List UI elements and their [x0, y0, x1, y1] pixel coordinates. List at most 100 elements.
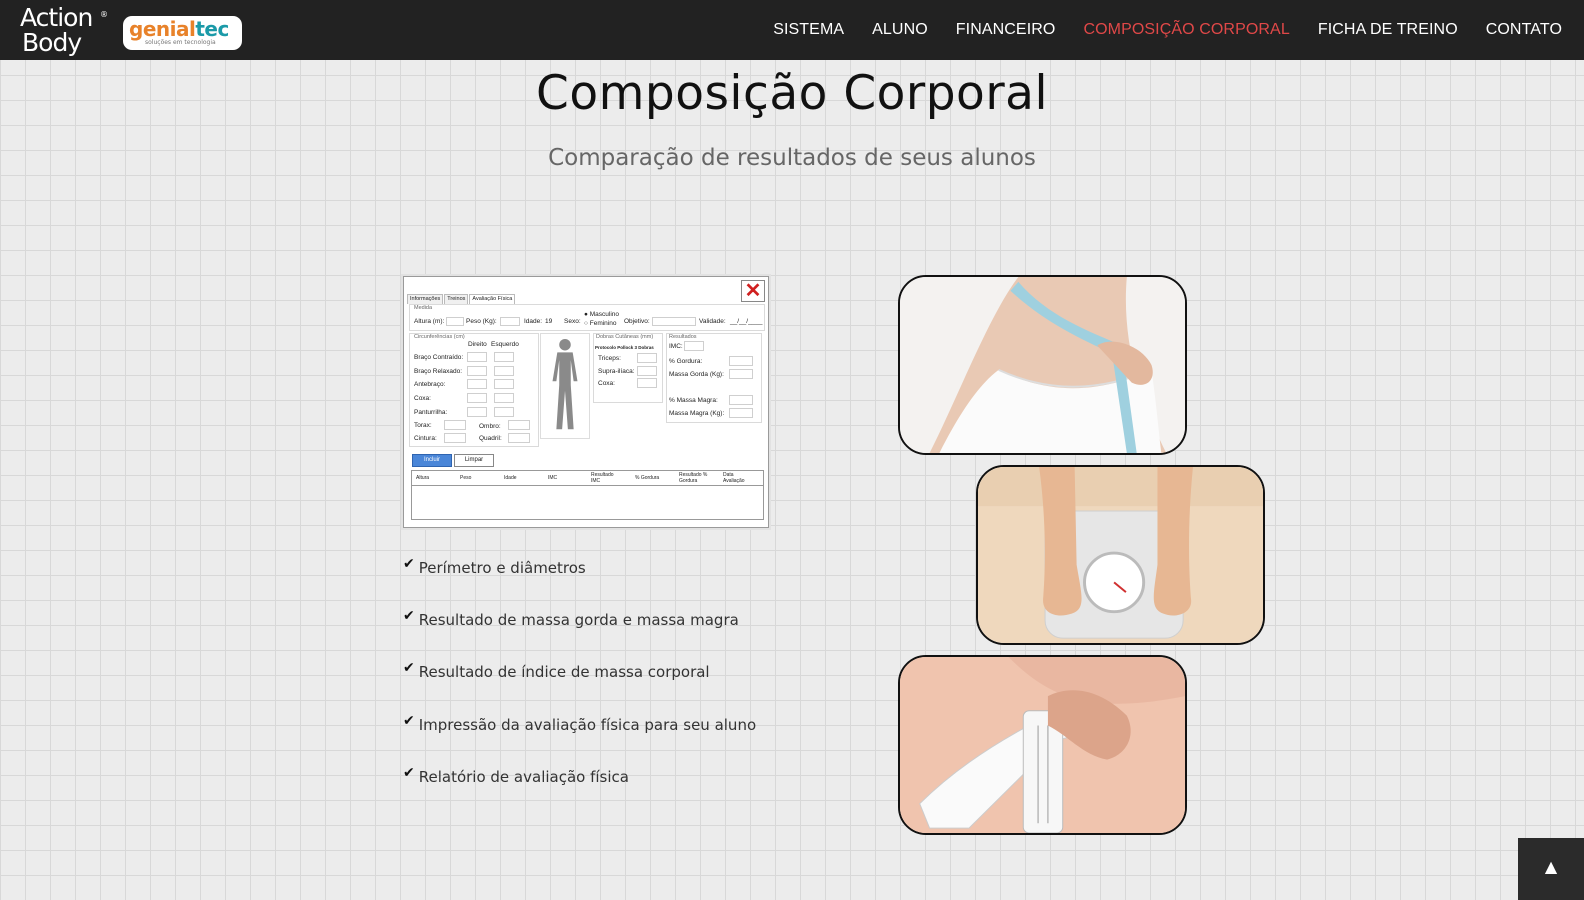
nav-contato[interactable]: CONTATO: [1486, 21, 1562, 39]
massa-magra-pct-label: % Massa Magra:: [669, 397, 718, 404]
check-icon: ✔: [403, 713, 415, 729]
nav-aluno[interactable]: ALUNO: [872, 21, 928, 39]
altura-label: Altura (m):: [414, 318, 445, 325]
check-icon: ✔: [403, 765, 415, 781]
circ-field: [494, 379, 514, 389]
dobras-field: [637, 353, 657, 363]
dobras-field: [637, 366, 657, 376]
waist-measuring-tape-photo: [898, 275, 1187, 455]
feature-item: ✔ Perímetro e diâmetros: [403, 556, 586, 580]
massa-gorda-label: Massa Gorda (Kg):: [669, 371, 724, 378]
feature-item: ✔ Resultado de massa gorda e massa magra: [403, 608, 739, 632]
genialtec-wordmark: genialtec: [129, 17, 229, 41]
altura-field: [446, 317, 464, 326]
direito-label: Direito: [468, 341, 487, 348]
massa-gorda-field: [729, 369, 753, 379]
nav-sistema[interactable]: SISTEMA: [773, 21, 844, 39]
massa-magra-pct-field: [729, 395, 753, 405]
circ-row-label: Braço Relaxado:: [414, 368, 463, 375]
results-table: Altura Peso Idade IMC Resultado IMC % Go…: [411, 470, 764, 520]
imc-label: IMC:: [669, 343, 683, 350]
quadril-label: Quadril:: [479, 435, 502, 442]
table-header-cell: Peso: [460, 475, 472, 481]
cintura-field: [444, 433, 466, 443]
esquerdo-label: Esquerdo: [491, 341, 519, 348]
circ-field: [494, 352, 514, 362]
genialtec-logo[interactable]: genialtec soluções em tecnologia: [123, 16, 242, 50]
circ-field: [467, 407, 487, 417]
circ-row-label: Braço Contraído:: [414, 354, 464, 361]
registered-mark: ®: [100, 10, 108, 19]
table-header-cell: % Gordura: [635, 475, 660, 481]
skinfold-caliper-photo: [898, 655, 1187, 835]
feature-item: ✔ Impressão da avaliação física para seu…: [403, 713, 756, 737]
nav-financeiro[interactable]: FINANCEIRO: [956, 21, 1056, 39]
dobras-row-label: Triceps:: [598, 355, 621, 362]
torax-field: [444, 420, 466, 430]
feature-item: ✔ Resultado de índice de massa corporal: [403, 660, 710, 684]
genialtec-tagline: soluções em tecnologia: [145, 39, 216, 46]
sexo-feminino: ○ Feminino: [584, 320, 617, 327]
logo-line-2: Body: [22, 28, 82, 57]
dobras-label: Dobras Cutâneas (mm): [596, 334, 654, 340]
quadril-field: [508, 433, 530, 443]
objetivo-field: [652, 317, 696, 326]
dobras-row-label: Coxa:: [598, 380, 615, 387]
incluir-button: Incluir: [412, 454, 452, 467]
imc-field: [684, 341, 704, 351]
circ-row-label: Panturrilha:: [414, 409, 448, 416]
table-header-cell: Idade: [504, 475, 517, 481]
tab-treinos: Treinos: [444, 294, 469, 304]
resultados-label: Resultados: [669, 334, 697, 340]
check-icon: ✔: [403, 608, 415, 624]
feature-text: Impressão da avaliação física para seu a…: [418, 716, 757, 734]
cintura-label: Cintura:: [414, 435, 437, 442]
idade-value: 19: [545, 318, 553, 325]
form-tabs: Informações Treinos Avaliação Física: [407, 294, 516, 304]
check-icon: ✔: [403, 556, 415, 572]
circ-field: [467, 366, 487, 376]
objetivo-label: Objetivo:: [624, 318, 650, 325]
massa-magra-field: [729, 408, 753, 418]
page-subtitle: Comparação de resultados de seus alunos: [548, 145, 1036, 171]
dobras-row-label: Supra-ilíaca:: [598, 368, 635, 375]
circ-row-label: Coxa:: [414, 395, 431, 402]
nav-ficha-de-treino[interactable]: FICHA DE TREINO: [1318, 21, 1458, 39]
protocolo-label: Protocolo Pollock 3 Dobras: [595, 345, 654, 350]
sexo-masculino: ● Masculino: [584, 311, 619, 318]
dobras-field: [637, 378, 657, 388]
action-body-logo[interactable]: Action Body ®: [18, 4, 108, 58]
validade-value: __/__/____: [730, 318, 763, 325]
table-header-cell: Resultado IMC: [591, 472, 614, 484]
peso-label: Peso (Kg):: [466, 318, 497, 325]
gordura-field: [729, 356, 753, 366]
table-header-cell: IMC: [548, 475, 558, 481]
ombro-field: [508, 420, 530, 430]
evaluation-form-screenshot: ✕ Informações Treinos Avaliação Física M…: [403, 276, 769, 528]
limpar-button: Limpar: [454, 454, 494, 467]
circunferencias-label: Circunferências (cm): [414, 334, 465, 340]
ombro-label: Ombro:: [479, 423, 501, 430]
feature-text: Relatório de avaliação física: [418, 768, 629, 786]
feature-text: Perímetro e diâmetros: [418, 559, 586, 577]
validade-label: Validade:: [699, 318, 726, 325]
circ-field: [467, 352, 487, 362]
feature-item: ✔ Relatório de avaliação física: [403, 765, 629, 789]
massa-magra-label: Massa Magra (Kg):: [669, 410, 725, 417]
feet-on-scale-photo: [976, 465, 1265, 645]
circ-field: [494, 393, 514, 403]
nav-composicao-corporal[interactable]: COMPOSIÇÃO CORPORAL: [1083, 21, 1289, 39]
close-icon: ✕: [741, 280, 765, 302]
back-to-top-button[interactable]: ▲: [1518, 838, 1584, 900]
main-nav: SISTEMA ALUNO FINANCEIRO COMPOSIÇÃO CORP…: [773, 0, 1562, 60]
results-table-header: Altura Peso Idade IMC Resultado IMC % Go…: [412, 471, 763, 486]
feature-text: Resultado de índice de massa corporal: [418, 663, 710, 681]
table-header-cell: Data Avaliação: [723, 472, 745, 484]
torax-label: Torax:: [414, 422, 432, 429]
body-silhouette-icon: [540, 333, 590, 439]
chevron-up-icon: ▲: [1544, 857, 1558, 876]
medida-label: Medida: [414, 305, 433, 311]
tab-informacoes: Informações: [407, 294, 444, 304]
circ-field: [467, 393, 487, 403]
circ-field: [467, 379, 487, 389]
